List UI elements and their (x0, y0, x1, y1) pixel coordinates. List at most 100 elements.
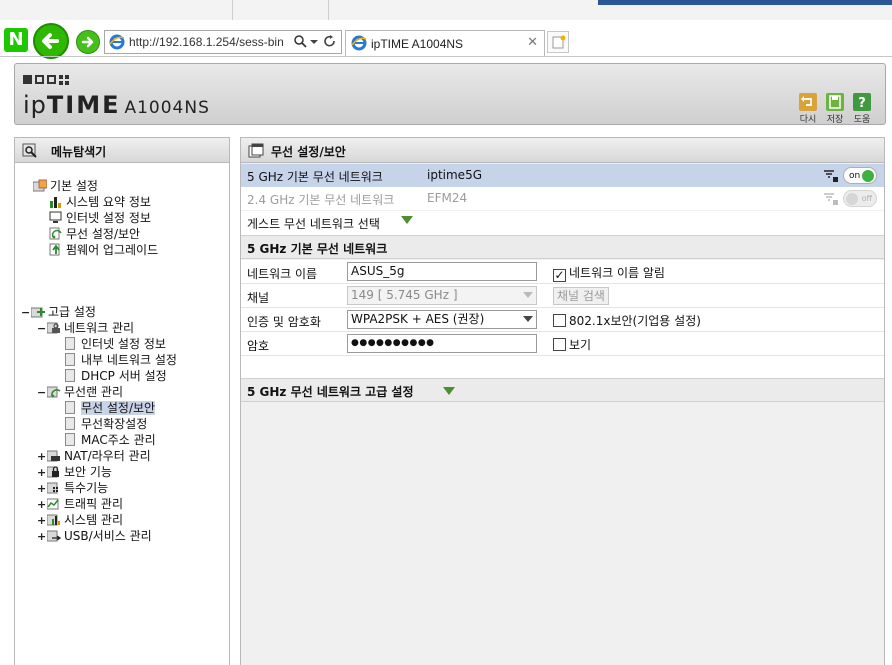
router-header: ipTIME A1004NS 다시 저장 ? 도움 (14, 63, 886, 125)
toggle-24ghz[interactable]: off (843, 190, 877, 207)
new-tab-icon (552, 35, 566, 49)
new-tab-button[interactable] (547, 31, 569, 53)
password-input[interactable]: ●●●●●●●●●● (347, 334, 537, 353)
usb-icon (47, 530, 61, 542)
browser-tab[interactable]: ipTIME A1004NS ✕ (345, 30, 545, 56)
collapse-toggle[interactable]: − (37, 385, 47, 401)
network-name-input[interactable]: ASUS_5g (347, 262, 537, 281)
save-button[interactable]: 저장 (823, 93, 847, 125)
forward-button[interactable] (76, 30, 100, 54)
menu-item-wl-mac[interactable]: MAC주소 관리 (65, 432, 156, 448)
section-advanced-5ghz[interactable]: 5 GHz 무선 네트워크 고급 설정 (241, 378, 884, 402)
section-basic-5ghz: 5 GHz 기본 무선 네트워크 (241, 235, 884, 259)
panel-header: 무선 설정/보안 (241, 138, 884, 163)
ie-logo-icon (109, 34, 125, 50)
save-icon (829, 95, 841, 109)
router-icon (47, 450, 60, 462)
filter-lock-icon[interactable] (823, 192, 839, 206)
folder-settings-icon (33, 179, 47, 192)
menu-group-special[interactable]: + 특수기능 (37, 480, 108, 496)
page-icon (65, 417, 75, 430)
upgrade-icon (49, 243, 60, 256)
menu-group-advanced[interactable]: − 고급 설정 (21, 304, 96, 320)
enterprise-8021x-checkbox[interactable]: 802.1x보안(기업용 설정) (553, 312, 701, 329)
magnifier-icon (22, 143, 37, 158)
field-row-network-name: 네트워크 이름 ASUS_5g ✓ 네트워크 이름 알림 (241, 260, 884, 284)
naver-logo-button[interactable]: N (4, 28, 28, 52)
lock-icon (47, 466, 59, 478)
page-icon (65, 353, 75, 366)
page-icon (65, 433, 75, 446)
spacer (241, 356, 884, 378)
auth-encryption-select[interactable]: WPA2PSK + AES (권장) (347, 310, 537, 329)
reload-button[interactable]: 다시 (796, 93, 820, 125)
wifi-signal-icon (47, 386, 61, 398)
menu-item-internet-info[interactable]: 인터넷 설정 정보 (49, 210, 151, 226)
channel-select[interactable]: 149 [ 5.745 GHz ] (347, 286, 537, 305)
menu-group-usb[interactable]: + USB/서비스 관리 (37, 528, 152, 544)
undo-icon (801, 96, 812, 106)
address-bar[interactable]: http://192.168.1.254/sess-bin (104, 30, 342, 54)
expand-triangle-icon[interactable] (443, 387, 455, 395)
menu-item-wireless-security[interactable]: 무선 설정/보안 (49, 226, 140, 242)
window-icon (248, 143, 264, 158)
dropdown-icon[interactable] (309, 34, 319, 50)
menu-item-firmware-upgrade[interactable]: 펌웨어 업그레이드 (49, 242, 158, 258)
search-icon[interactable] (293, 34, 307, 50)
menu-group-traffic[interactable]: + 트래픽 관리 (37, 496, 123, 512)
guest-network-selector[interactable]: 게스트 무선 네트워크 선택 (241, 211, 884, 235)
help-icon: ? (858, 96, 866, 111)
network-row-24ghz[interactable]: 2.4 GHz 기본 무선 네트워크 EFM24 off (241, 187, 884, 210)
menu-group-system[interactable]: + 시스템 관리 (37, 512, 123, 528)
help-button[interactable]: ? 도움 (850, 93, 874, 125)
collapse-toggle[interactable]: − (21, 305, 31, 321)
menu-explorer: 메뉴탐색기 기본 설정 시스템 요약 정보 인터넷 설정 정보 무선 설정/보안… (14, 137, 230, 665)
forward-arrow-icon (81, 36, 94, 48)
iptime-logo: ipTIME A1004NS (23, 91, 210, 119)
monitor-icon (49, 211, 62, 223)
back-arrow-icon (42, 33, 59, 49)
ie-logo-icon (351, 35, 367, 51)
menu-group-network[interactable]: − 네트워크 관리 (37, 320, 134, 336)
field-row-auth: 인증 및 암호화 WPA2PSK + AES (권장) 802.1x보안(기업용… (241, 308, 884, 332)
menu-item-system-summary[interactable]: 시스템 요약 정보 (49, 194, 151, 210)
menu-item-wl-security[interactable]: 무선 설정/보안 (65, 400, 156, 416)
menu-item-net-dhcp[interactable]: DHCP 서버 설정 (65, 368, 167, 384)
folder-add-icon (31, 307, 45, 318)
page-icon (65, 401, 75, 414)
tab-close-icon[interactable]: ✕ (527, 35, 538, 50)
back-button[interactable] (33, 23, 69, 59)
menu-group-nat[interactable]: + NAT/라우터 관리 (37, 448, 151, 464)
channel-search-button[interactable]: 채널 검색 (553, 287, 609, 305)
field-row-channel: 채널 149 [ 5.745 GHz ] 채널 검색 (241, 284, 884, 308)
menu-group-security[interactable]: + 보안 기능 (37, 464, 112, 480)
taskbar-strip (0, 0, 892, 20)
field-row-password: 암호 ●●●●●●●●●● 보기 (241, 332, 884, 356)
address-url: http://192.168.1.254/sess-bin (129, 35, 284, 49)
toggle-5ghz[interactable]: on (843, 167, 877, 184)
content-panel: 무선 설정/보안 5 GHz 기본 무선 네트워크 iptime5G on 2.… (240, 137, 885, 665)
menu-group-wireless[interactable]: − 무선랜 관리 (37, 384, 123, 400)
special-features-icon (47, 482, 58, 494)
expand-triangle-icon[interactable] (401, 216, 413, 224)
refresh-icon[interactable] (323, 34, 337, 50)
menu-group-basic[interactable]: 기본 설정 (33, 178, 98, 194)
network-icon (47, 322, 60, 334)
bar-chart-icon (50, 197, 61, 208)
network-row-5ghz[interactable]: 5 GHz 기본 무선 네트워크 iptime5G on (241, 164, 884, 187)
tab-title: ipTIME A1004NS (371, 37, 464, 51)
menu-item-net-internal[interactable]: 내부 네트워크 설정 (65, 352, 177, 368)
svg-text:?: ? (858, 96, 866, 111)
menu-item-net-internet[interactable]: 인터넷 설정 정보 (65, 336, 166, 352)
panel-title: 무선 설정/보안 (271, 145, 346, 159)
bar-chart-icon (47, 514, 60, 526)
menu-item-wl-extension[interactable]: 무선확장설정 (65, 416, 147, 432)
broadcast-ssid-checkbox[interactable]: ✓ 네트워크 이름 알림 (553, 264, 665, 282)
filter-lock-icon[interactable] (823, 169, 839, 183)
show-password-checkbox[interactable]: 보기 (553, 336, 591, 353)
header-window-icons (23, 75, 69, 85)
page-icon (65, 369, 75, 382)
collapse-toggle[interactable]: − (37, 321, 47, 337)
menu-explorer-header: 메뉴탐색기 (15, 138, 229, 163)
wifi-signal-icon (49, 227, 62, 240)
